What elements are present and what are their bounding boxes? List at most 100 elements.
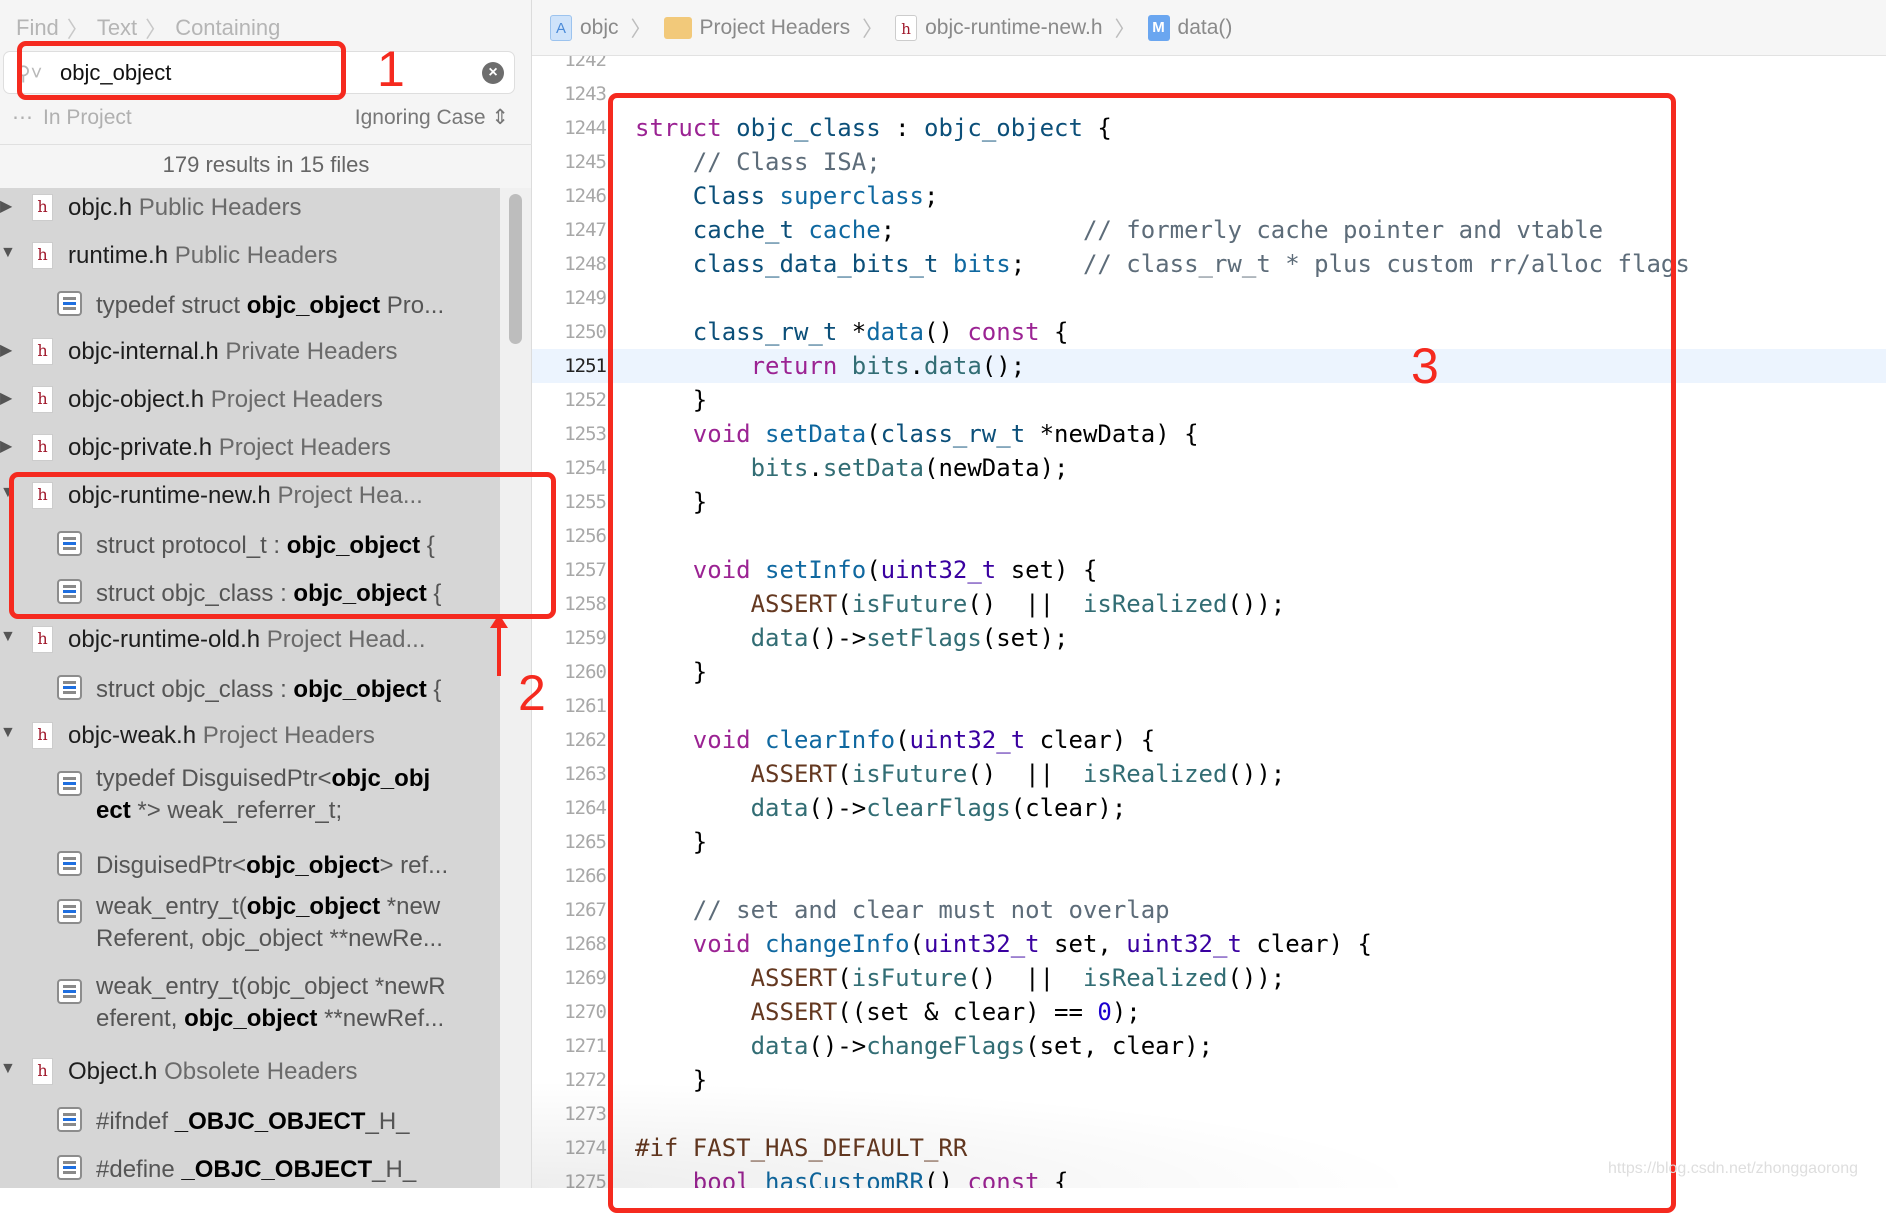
match-result-row[interactable]: #ifndef _OBJC_OBJECT_H_ [0,1096,500,1144]
match-result-row[interactable]: typedef struct objc_object Pro... [0,280,500,328]
scrollbar-thumb[interactable] [509,194,522,344]
line-number: 1267 [564,899,607,921]
editor-jump-bar: Aobjc 〉 Project Headers 〉 h objc-runtime-new.… [532,0,1886,56]
annotation-box-1 [17,41,346,100]
match-context: #ifndef [96,1108,175,1135]
file-name: objc-runtime-old.h Project Head... [68,626,426,654]
file-name-text: objc-runtime-old.h [68,626,261,653]
chevron-right-icon: 〉 [862,17,884,41]
annotation-box-3 [608,93,1676,1213]
match-context: #define [96,1156,182,1183]
method-icon: M [1147,14,1170,41]
file-group: Project Headers [202,722,375,749]
disclosure-expanded-icon[interactable]: ▼ [0,724,16,742]
disclosure-collapsed-icon[interactable]: ▶ [0,196,12,216]
annotation-box-2 [9,472,556,619]
file-name: objc-private.h Project Headers [68,434,391,462]
line-number: 1250 [564,321,607,343]
match-context: struct objc_class : [96,676,294,703]
file-result-row[interactable]: ▼ h runtime.h Public Headers [0,232,500,280]
annotation-label-3: 3 [1411,338,1439,394]
line-number: 1253 [564,423,607,445]
match-result-row[interactable]: weak_entry_t(objc_object *newReferent, o… [0,968,500,1048]
header-file-icon: h [32,626,53,653]
match-result-row[interactable]: typedef DisguisedPtr<objc_obj ect *> weak… [0,760,500,840]
file-name-text: runtime.h [68,242,169,269]
file-group: Public Headers [138,194,302,221]
match-highlight: objc_object [293,676,427,703]
match-result-row[interactable]: #define _OBJC_OBJECT_H_ [0,1144,500,1192]
disclosure-expanded-icon[interactable]: ▼ [0,628,16,646]
header-file-icon: h [32,194,53,221]
line-number: 1246 [564,185,607,207]
match-highlight: objc_object [246,852,380,879]
match-text: typedef struct objc_object Pro... [96,290,444,322]
disclosure-collapsed-icon[interactable]: ▶ [0,388,12,408]
file-group: Obsolete Headers [164,1058,358,1085]
header-file-icon: h [32,338,53,365]
disclosure-expanded-icon[interactable]: ▼ [0,244,16,262]
file-name-text: objc-weak.h [68,722,197,749]
disclosure-expanded-icon[interactable]: ▼ [0,1060,16,1078]
disclosure-collapsed-icon[interactable]: ▶ [0,340,12,360]
clear-search-icon[interactable]: × [482,62,504,84]
file-name-text: objc-internal.h [68,338,219,365]
file-result-row[interactable]: ▶ h objc-private.h Project Headers [0,424,500,472]
match-context: weak_entry_t( [96,893,247,920]
file-result-row[interactable]: ▶ h objc-internal.h Private Headers [0,328,500,376]
match-context: > ref... [379,852,449,879]
match-highlight: _OBJC_OBJECT [174,1108,366,1135]
file-name-text: objc-object.h [68,386,205,413]
jump-bar-item[interactable]: data() [1178,16,1233,40]
jump-bar-item[interactable]: Project Headers [700,16,851,40]
case-label: Ignoring Case [354,106,486,129]
scope-selector[interactable]: ⋯ In Project [12,105,132,130]
match-context: weak_entry_t(objc_object *newR [96,973,446,1000]
results-summary: 179 results in 15 files [162,152,370,177]
file-name-text: objc-private.h [68,434,213,461]
line-number: 1269 [564,967,607,989]
match-text: weak_entry_t(objc_object *newReferent, o… [96,971,446,1035]
chevron-right-icon: 〉 [630,17,652,41]
line-number: 1247 [564,219,607,241]
file-name: objc-internal.h Private Headers [68,338,398,366]
jump-bar-item[interactable]: objc-runtime-new.h [925,16,1102,40]
find-mode-find[interactable]: Find [16,15,59,41]
file-result-row[interactable]: ▶ h objc-object.h Project Headers [0,376,500,424]
line-number: 1265 [564,831,607,853]
file-result-row[interactable]: ▼ h Object.h Obsolete Headers [0,1048,500,1096]
line-number: 1249 [564,287,607,309]
file-group: Project Headers [218,434,391,461]
text-match-icon [57,899,82,924]
file-name: objc.h Public Headers [68,194,301,222]
file-result-row[interactable]: ▼ h objc-weak.h Project Headers [0,712,500,760]
watermark: https://blog.csdn.net/zhonggaorong [1608,1160,1858,1177]
line-number: 1244 [564,117,607,139]
jump-bar-item[interactable]: objc [580,16,619,40]
chevron-right-icon: 〉 [66,17,89,42]
match-result-row[interactable]: struct objc_class : objc_object { [0,664,500,712]
find-mode-containing[interactable]: Containing [175,15,280,41]
find-mode-text[interactable]: Text [97,15,137,41]
text-match-icon [57,291,82,316]
disclosure-collapsed-icon[interactable]: ▶ [0,436,12,456]
line-number: 1248 [564,253,607,275]
file-result-row[interactable]: ▼ h objc-runtime-old.h Project Head... [0,616,500,664]
match-highlight: ect [96,797,131,824]
file-name-text: objc.h [68,194,133,221]
header-file-icon: h [895,14,918,41]
case-sensitivity-selector[interactable]: Ignoring Case ⇕ [355,105,509,130]
match-result-row[interactable]: DisguisedPtr<objc_object> ref... [0,840,500,888]
chevron-right-icon: 〉 [145,17,168,42]
match-highlight: objc_obj [331,765,431,792]
line-number: 1262 [564,729,607,751]
line-number: 1263 [564,763,607,785]
match-text: weak_entry_t(objc_object *newReferent, o… [96,891,443,955]
match-highlight: objc_object [246,893,381,920]
match-text: DisguisedPtr<objc_object> ref... [96,850,448,882]
file-result-row[interactable]: ▶ h objc.h Public Headers [0,184,500,232]
match-context: _H_ [365,1108,410,1135]
match-result-row[interactable]: weak_entry_t(objc_object *newReferent, o… [0,888,500,968]
file-name-text: Object.h [68,1058,158,1085]
line-number: 1264 [564,797,607,819]
